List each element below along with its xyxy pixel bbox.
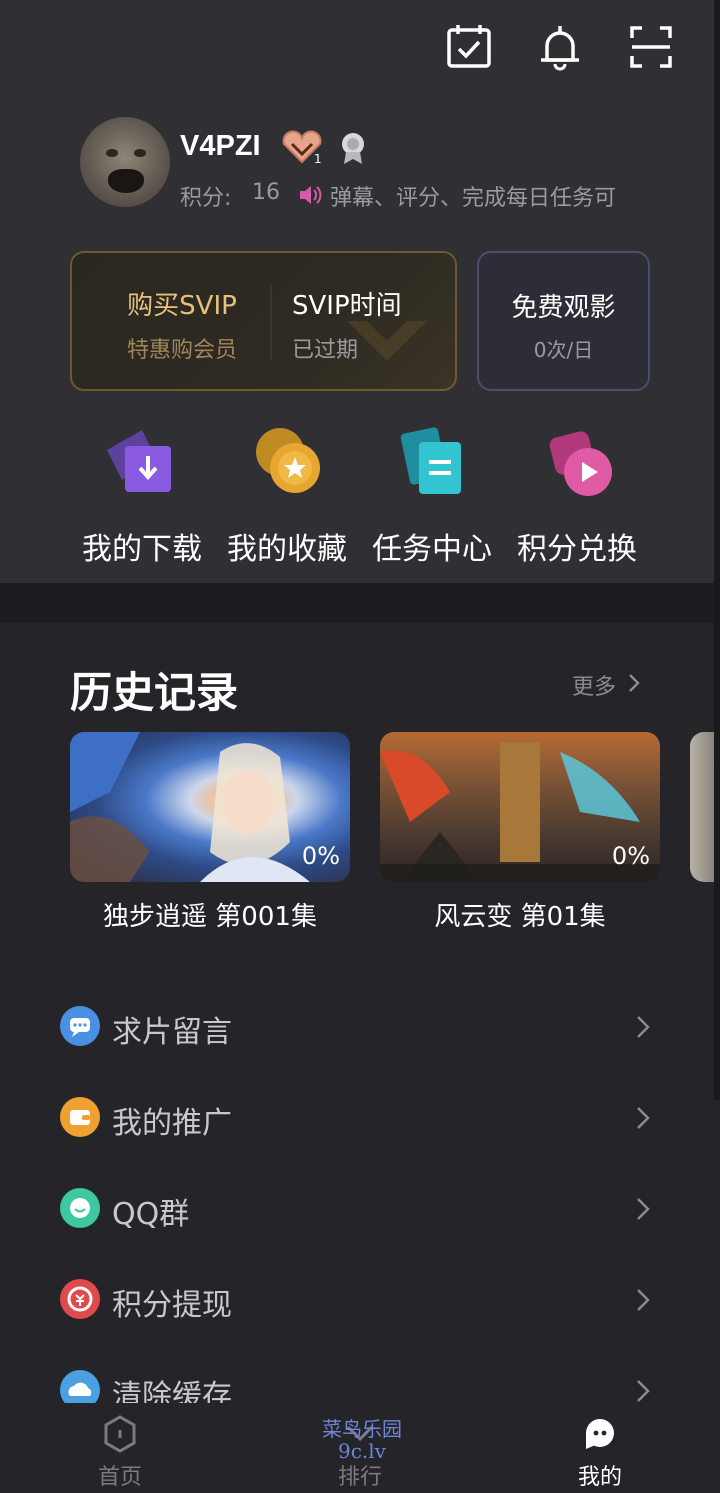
chevron-right-icon xyxy=(637,1380,650,1402)
cloud-icon xyxy=(60,1370,100,1403)
profile-bubble-icon xyxy=(585,1418,614,1449)
chat-bubble-icon xyxy=(60,1006,100,1046)
history-item-title: 风云变 第01集 xyxy=(434,902,606,932)
play-icon xyxy=(549,431,612,496)
chevron-right-icon xyxy=(637,1107,650,1129)
download-icon xyxy=(107,430,171,492)
withdraw-icon xyxy=(60,1279,100,1319)
scan-icon[interactable] xyxy=(626,22,676,72)
chevron-right-icon xyxy=(637,1016,650,1038)
task-list-icon xyxy=(400,427,461,494)
scrollbar[interactable] xyxy=(714,0,720,1100)
quick-points-exchange[interactable]: 积分兑换 xyxy=(507,420,647,568)
history-title: 历史记录 xyxy=(70,668,239,717)
menu-item-label: 积分提现 xyxy=(112,1288,232,1323)
svip-card: 购买SVIP 特惠购会员 SVIP时间 已过期 xyxy=(70,251,457,391)
vip-heart-badge-icon: 1 xyxy=(282,130,322,166)
points-value: 16 xyxy=(252,180,280,205)
tab-home[interactable]: 首页 xyxy=(60,1413,180,1491)
history-item-title: 独步逍遥 第001集 xyxy=(103,902,317,932)
history-more-link[interactable]: 更多 xyxy=(572,669,616,701)
quick-download[interactable]: 我的下载 xyxy=(72,420,212,568)
svip-time-sub: 已过期 xyxy=(292,338,359,363)
quick-points-exchange-label: 积分兑换 xyxy=(517,532,637,567)
history-thumbnail[interactable]: 0% xyxy=(70,732,350,882)
wallet-icon xyxy=(60,1097,100,1137)
history-progress: 0% xyxy=(301,842,340,870)
main-content[interactable]: 历史记录 更多 0% 独步逍遥 第001集 0% 风云变 第01集 求片留言 我… xyxy=(0,623,720,1403)
quick-task-center-label: 任务中心 xyxy=(372,532,492,567)
svip-divider xyxy=(270,285,272,361)
medal-badge-icon xyxy=(342,133,364,164)
buy-svip-sub: 特惠购会员 xyxy=(126,338,237,363)
quick-download-label: 我的下载 xyxy=(82,532,202,567)
watermark: 菜鸟乐园 9c.lv xyxy=(312,1418,412,1462)
quick-task-center[interactable]: 任务中心 xyxy=(362,420,502,568)
quick-favorites[interactable]: 我的收藏 xyxy=(217,420,357,568)
points-label: 积分: xyxy=(180,186,232,211)
menu-item-my-promotion[interactable]: 我的推广 xyxy=(0,1082,720,1152)
menu-item-label: QQ群 xyxy=(112,1197,190,1232)
menu-item-request-movie[interactable]: 求片留言 xyxy=(0,991,720,1061)
menu-item-points-withdraw[interactable]: 积分提现 xyxy=(0,1264,720,1334)
free-watch-card[interactable]: 免费观影 0次/日 xyxy=(477,251,650,391)
chevron-right-icon xyxy=(637,1198,650,1220)
chevron-right-icon xyxy=(637,1289,650,1311)
menu-item-clear-cache[interactable]: 清除缓存 xyxy=(0,1355,720,1403)
tab-ranking-label: 排行 xyxy=(337,1465,382,1490)
username: V4PZI xyxy=(180,130,261,162)
buy-svip-title: 购买SVIP xyxy=(127,291,237,321)
menu-item-label: 求片留言 xyxy=(112,1015,232,1050)
svip-time-button[interactable]: SVIP时间 已过期 xyxy=(292,285,432,364)
calendar-check-icon[interactable] xyxy=(444,22,494,72)
svip-time-title: SVIP时间 xyxy=(292,291,402,321)
qq-group-icon xyxy=(60,1188,100,1228)
watermark-line-1: 菜鸟乐园 xyxy=(322,1417,402,1441)
profile-header: V4PZI 1 积分: 16 弹幕、评分、完成每日任务可 购买SVIP 特惠购会… xyxy=(0,0,720,583)
history-item[interactable]: 0% 独步逍遥 第001集 xyxy=(70,732,350,933)
menu-item-qq-group[interactable]: QQ群 xyxy=(0,1173,720,1243)
star-icon xyxy=(256,428,320,493)
section-divider xyxy=(0,583,720,623)
tab-home-label: 首页 xyxy=(97,1465,142,1490)
tab-profile[interactable]: 我的 xyxy=(540,1413,660,1491)
notice-marquee: 弹幕、评分、完成每日任务可 xyxy=(330,186,617,211)
buy-svip-button[interactable]: 购买SVIP 特惠购会员 xyxy=(112,285,252,364)
bell-icon[interactable] xyxy=(535,22,585,72)
speaker-icon xyxy=(300,186,322,204)
chevron-right-icon[interactable] xyxy=(626,671,642,695)
home-icon xyxy=(104,1415,136,1453)
quick-favorites-label: 我的收藏 xyxy=(227,532,347,567)
avatar[interactable] xyxy=(80,117,170,207)
menu-item-label: 清除缓存 xyxy=(112,1379,232,1403)
free-watch-title: 免费观影 xyxy=(511,293,616,323)
history-progress: 0% xyxy=(611,842,650,870)
watermark-line-2: 9c.lv xyxy=(338,1439,386,1463)
history-item[interactable]: 0% 风云变 第01集 xyxy=(380,732,660,933)
free-watch-sub: 0次/日 xyxy=(533,338,594,362)
svg-text:1: 1 xyxy=(314,152,322,166)
history-thumbnail[interactable]: 0% xyxy=(380,732,660,882)
menu-item-label: 我的推广 xyxy=(112,1106,232,1141)
tab-profile-label: 我的 xyxy=(577,1465,622,1490)
